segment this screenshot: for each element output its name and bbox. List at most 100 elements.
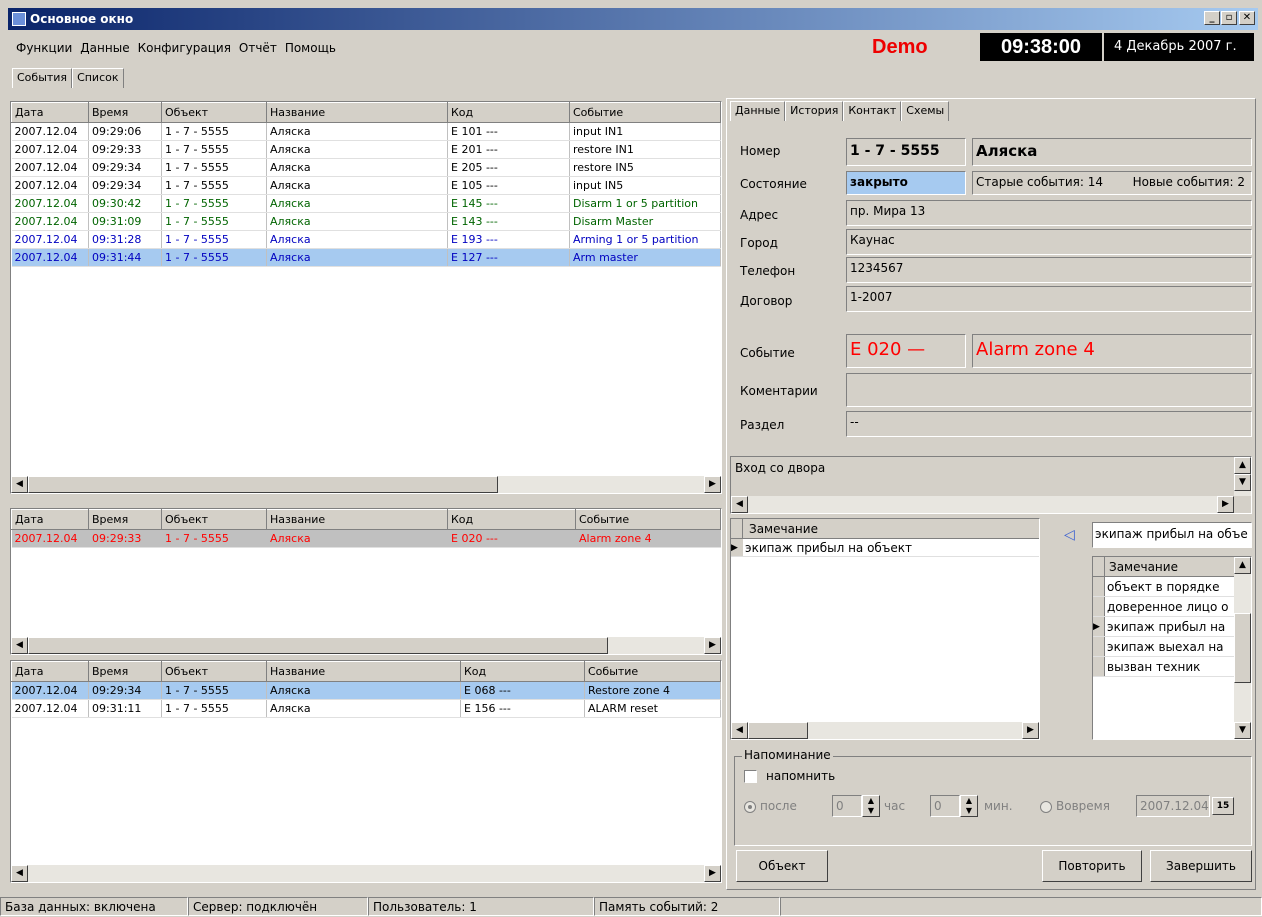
section-field[interactable]: -- — [846, 411, 1252, 437]
col-date[interactable]: Дата — [11, 509, 89, 530]
remark-input[interactable]: экипаж прибыл на объе — [1092, 522, 1252, 548]
remind-checkbox[interactable] — [744, 770, 757, 783]
restores-table[interactable]: Дата Время Объект Название Код Событие 2… — [11, 661, 721, 718]
restores-hscroll[interactable]: ◀ ▶ — [11, 865, 721, 882]
col-object[interactable]: Объект — [161, 509, 267, 530]
col-date[interactable]: Дата — [11, 661, 89, 682]
object-button[interactable]: Объект — [736, 850, 828, 882]
after-radio[interactable] — [744, 801, 756, 813]
options-vscroll[interactable]: ▲ ▼ — [1234, 557, 1251, 739]
remark-options-grid[interactable]: Замечание объект в порядке доверенное лиц… — [1092, 556, 1252, 740]
maximize-button[interactable]: ▫ — [1221, 11, 1237, 25]
scroll-right-icon[interactable]: ▶ — [1022, 722, 1039, 739]
remarks-header[interactable]: Замечание — [743, 519, 818, 538]
table-row[interactable]: 2007.12.04 09:30:42 1 - 7 - 5555 Аляска E 14… — [11, 194, 721, 213]
events-hscroll[interactable]: ◀ ▶ — [11, 476, 721, 493]
options-header[interactable]: Замечание — [1105, 557, 1178, 576]
scroll-track[interactable] — [28, 865, 704, 882]
table-row[interactable]: 2007.12.04 09:29:34 1 - 7 - 5555 Аляска E 06… — [11, 681, 721, 700]
scroll-left-icon[interactable]: ◀ — [11, 865, 28, 882]
table-row[interactable]: 2007.12.04 09:31:28 1 - 7 - 5555 Аляска E 19… — [11, 230, 721, 249]
table-row[interactable]: 2007.12.04 09:31:11 1 - 7 - 5555 Аляска E 15… — [11, 699, 721, 718]
col-time[interactable]: Время — [88, 661, 162, 682]
state-field[interactable]: закрыто — [846, 171, 966, 195]
tab-contact[interactable]: Контакт — [843, 101, 902, 121]
col-code[interactable]: Код — [447, 509, 576, 530]
menu-functions[interactable]: Функции — [12, 38, 76, 58]
col-date[interactable]: Дата — [11, 102, 89, 123]
repeat-button[interactable]: Повторить — [1042, 850, 1142, 882]
scroll-right-icon[interactable]: ▶ — [704, 637, 721, 654]
menu-report[interactable]: Отчёт — [235, 38, 281, 58]
scroll-thumb[interactable] — [28, 476, 498, 493]
option-row[interactable]: ▶ экипаж прибыл на — [1093, 617, 1251, 637]
col-event[interactable]: Событие — [575, 509, 721, 530]
hours-input[interactable]: 0 — [832, 795, 862, 817]
alarms-hscroll[interactable]: ◀ ▶ — [11, 637, 721, 654]
window-titlebar[interactable]: Основное окно _ ▫ ✕ — [8, 8, 1258, 30]
scroll-up-icon[interactable]: ▲ — [1234, 557, 1251, 574]
alarms-table[interactable]: Дата Время Объект Название Код Событие 2… — [11, 509, 721, 548]
table-row[interactable]: 2007.12.04 09:31:44 1 - 7 - 5555 Аляска E 12… — [11, 248, 721, 267]
option-row[interactable]: вызван техник — [1093, 657, 1251, 677]
option-row[interactable]: экипаж выехал на — [1093, 637, 1251, 657]
minimize-button[interactable]: _ — [1204, 11, 1220, 25]
ontime-radio[interactable] — [1040, 801, 1052, 813]
note-memo[interactable]: Вход со двора ◀ ▶ ▲ ▼ — [730, 456, 1252, 514]
col-name[interactable]: Название — [266, 661, 461, 682]
phone-field[interactable]: 1234567 — [846, 257, 1252, 283]
menu-data[interactable]: Данные — [76, 38, 133, 58]
table-row[interactable]: 2007.12.04 09:29:33 1 - 7 - 5555 Аляска E 20… — [11, 140, 721, 159]
scroll-thumb[interactable] — [748, 722, 808, 739]
tab-list[interactable]: Список — [72, 68, 124, 88]
col-time[interactable]: Время — [88, 509, 162, 530]
minutes-spin-icon[interactable]: ▲ ▼ — [960, 795, 978, 817]
scroll-down-icon[interactable]: ▼ — [1234, 474, 1251, 491]
table-row[interactable]: 2007.12.04 09:29:06 1 - 7 - 5555 Аляска E 10… — [11, 122, 721, 141]
address-field[interactable]: пр. Мира 13 — [846, 200, 1252, 226]
event-code-field[interactable]: E 020 — — [846, 334, 966, 368]
table-row[interactable]: 2007.12.04 09:29:34 1 - 7 - 5555 Аляска E 20… — [11, 158, 721, 177]
scroll-thumb[interactable] — [1234, 613, 1251, 683]
note-vscroll[interactable]: ▲ ▼ — [1234, 457, 1251, 496]
event-name-field[interactable]: Alarm zone 4 — [972, 334, 1252, 368]
scroll-right-icon[interactable]: ▶ — [704, 865, 721, 882]
scroll-left-icon[interactable]: ◀ — [731, 722, 748, 739]
option-row[interactable]: доверенное лицо о — [1093, 597, 1251, 617]
scroll-down-icon[interactable]: ▼ — [1234, 722, 1251, 739]
hours-spin-icon[interactable]: ▲ ▼ — [862, 795, 880, 817]
scroll-right-icon[interactable]: ▶ — [1217, 496, 1234, 513]
col-event[interactable]: Событие — [584, 661, 721, 682]
note-hscroll[interactable]: ◀ ▶ — [731, 496, 1234, 513]
col-code[interactable]: Код — [447, 102, 570, 123]
reminder-date-input[interactable]: 2007.12.04 — [1136, 795, 1210, 817]
col-name[interactable]: Название — [266, 509, 448, 530]
col-name[interactable]: Название — [266, 102, 448, 123]
menu-config[interactable]: Конфигурация — [134, 38, 235, 58]
tab-history[interactable]: История — [785, 101, 844, 121]
city-field[interactable]: Каунас — [846, 229, 1252, 255]
col-object[interactable]: Объект — [161, 661, 267, 682]
remark-row[interactable]: ▶ экипаж прибыл на объект — [731, 539, 1039, 557]
col-object[interactable]: Объект — [161, 102, 267, 123]
minutes-input[interactable]: 0 — [930, 795, 960, 817]
name-field[interactable]: Аляска — [972, 138, 1252, 166]
finish-button[interactable]: Завершить — [1150, 850, 1252, 882]
col-event[interactable]: Событие — [569, 102, 721, 123]
tab-schemes[interactable]: Схемы — [901, 101, 950, 121]
table-row[interactable]: 2007.12.04 09:29:34 1 - 7 - 5555 Аляска E 10… — [11, 176, 721, 195]
table-row[interactable]: 2007.12.04 09:31:09 1 - 7 - 5555 Аляска E 14… — [11, 212, 721, 231]
col-code[interactable]: Код — [460, 661, 585, 682]
col-time[interactable]: Время — [88, 102, 162, 123]
scroll-right-icon[interactable]: ▶ — [704, 476, 721, 493]
add-remark-arrow-icon[interactable]: ◁ — [1064, 527, 1075, 543]
scroll-thumb[interactable] — [28, 637, 608, 654]
remarks-grid[interactable]: Замечание ▶ экипаж прибыл на объект ◀ ▶ — [730, 518, 1040, 740]
contract-field[interactable]: 1-2007 — [846, 286, 1252, 312]
scroll-left-icon[interactable]: ◀ — [731, 496, 748, 513]
option-row[interactable]: объект в порядке — [1093, 577, 1251, 597]
scroll-left-icon[interactable]: ◀ — [11, 637, 28, 654]
remarks-hscroll[interactable]: ◀ ▶ — [731, 722, 1039, 739]
calendar-icon[interactable]: 15 — [1212, 797, 1234, 815]
scroll-left-icon[interactable]: ◀ — [11, 476, 28, 493]
